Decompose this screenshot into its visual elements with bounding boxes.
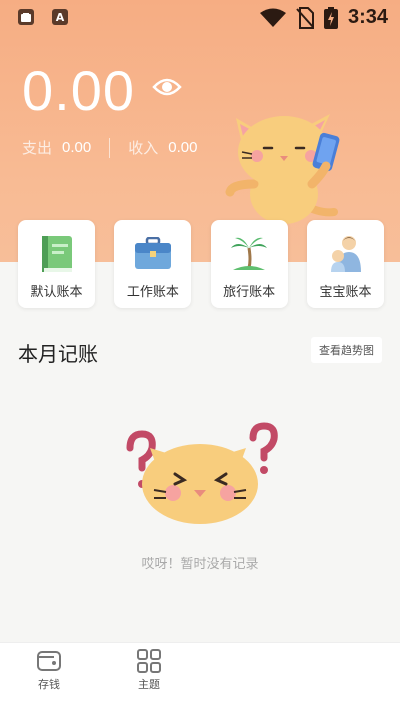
grid-icon bbox=[137, 649, 161, 673]
view-trend-button[interactable]: 查看趋势图 bbox=[311, 337, 382, 363]
account-label-travel: 旅行账本 bbox=[223, 285, 276, 300]
nav-tab-save[interactable]: 存钱 bbox=[19, 649, 79, 692]
status-bar: A 3:34 bbox=[0, 0, 400, 36]
palm-tree-icon bbox=[229, 234, 269, 274]
account-card-travel[interactable]: 旅行账本 bbox=[210, 220, 288, 308]
account-label-baby: 宝宝账本 bbox=[319, 285, 372, 300]
keyboard-a-icon: A bbox=[52, 9, 68, 25]
confused-cat-illustration bbox=[126, 422, 278, 524]
wallet-icon bbox=[37, 651, 61, 671]
empty-state-message: 哎呀！暂时没有记录 bbox=[141, 557, 259, 572]
expense-value: 0.00 bbox=[62, 139, 92, 156]
income-value: 0.00 bbox=[168, 139, 198, 156]
battery-charging-icon bbox=[323, 6, 338, 29]
balance-amount: 0.00 bbox=[22, 59, 135, 122]
account-card-baby[interactable]: 宝宝账本 bbox=[306, 220, 384, 308]
account-label-default: 默认账本 bbox=[30, 285, 83, 300]
account-book-cards: 默认账本 工作账本 旅行账本 宝宝账本 bbox=[18, 220, 384, 308]
baby-family-icon bbox=[327, 234, 363, 274]
bottom-nav: 存钱 主题 bbox=[0, 642, 400, 701]
account-card-work[interactable]: 工作账本 bbox=[114, 220, 192, 308]
income-expense-summary: 支出 0.00 收入 0.00 bbox=[22, 137, 197, 158]
monthly-records-title: 本月记账 bbox=[18, 342, 98, 366]
account-label-work: 工作账本 bbox=[126, 285, 179, 300]
nav-tab-theme[interactable]: 主题 bbox=[119, 649, 179, 692]
expense-label: 支出 bbox=[22, 139, 53, 157]
nav-label-theme: 主题 bbox=[138, 678, 160, 691]
briefcase-icon bbox=[133, 234, 173, 274]
account-card-default[interactable]: 默认账本 bbox=[18, 220, 95, 308]
wifi-icon bbox=[259, 8, 286, 27]
income-label: 收入 bbox=[128, 139, 159, 157]
green-book-icon bbox=[40, 234, 74, 274]
notification-icon bbox=[18, 9, 34, 25]
no-sim-icon bbox=[296, 6, 314, 29]
eye-icon[interactable] bbox=[152, 75, 182, 99]
summary-divider bbox=[109, 137, 111, 158]
nav-label-save: 存钱 bbox=[38, 678, 60, 691]
status-time: 3:34 bbox=[347, 6, 388, 28]
